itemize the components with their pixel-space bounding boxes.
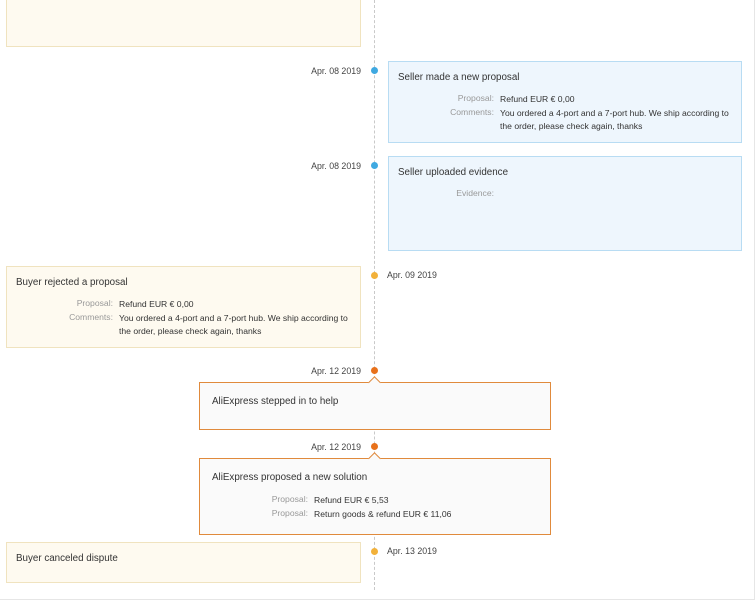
buyer-canceled-card: Buyer canceled dispute <box>6 542 361 583</box>
event-title: AliExpress proposed a new solution <box>212 472 368 483</box>
proposal-row: Proposal: Refund EUR € 0,00 <box>7 298 349 311</box>
event-date: Apr. 08 2019 <box>311 66 361 76</box>
event-date: Apr. 12 2019 <box>311 366 361 376</box>
event-title: Seller made a new proposal <box>398 72 520 83</box>
comments-value: You ordered a 4-port and a 7-port hub. W… <box>500 108 729 131</box>
aliexpress-stepped-in-card: AliExpress stepped in to help <box>199 382 551 430</box>
event-date: Apr. 09 2019 <box>387 270 437 280</box>
proposal-label: Proposal: <box>271 494 308 504</box>
comments-row: Comments: You ordered a 4-port and a 7-p… <box>7 312 354 338</box>
proposal-row: Proposal: Refund EUR € 5,53 <box>200 494 534 507</box>
event-title: Buyer rejected a proposal <box>16 277 128 288</box>
event-title: AliExpress stepped in to help <box>212 396 339 407</box>
buyer-rejected-card: Buyer rejected a proposal Proposal: Refu… <box>6 266 361 348</box>
proposal-row: Proposal: Refund EUR € 0,00 <box>389 93 730 106</box>
proposal-label: Proposal: <box>76 298 113 308</box>
evidence-row: Evidence: <box>389 188 500 198</box>
aliexpress-event-dot <box>371 367 378 374</box>
seller-evidence-card: Seller uploaded evidence Evidence: <box>388 156 742 251</box>
comments-label: Comments: <box>450 107 494 117</box>
seller-event-dot <box>371 67 378 74</box>
proposal-value: Return goods & refund EUR € 11,06 <box>314 509 452 519</box>
seller-proposal-card: Seller made a new proposal Proposal: Ref… <box>388 61 742 143</box>
proposal-label: Proposal: <box>457 93 494 103</box>
event-date: Apr. 13 2019 <box>387 546 437 556</box>
aliexpress-event-dot <box>371 443 378 450</box>
proposal-label: Proposal: <box>271 508 308 518</box>
proposal-row-2: Proposal: Return goods & refund EUR € 11… <box>200 508 534 521</box>
event-date: Apr. 12 2019 <box>311 442 361 452</box>
evidence-label: Evidence: <box>456 188 494 198</box>
buyer-event-card-partial <box>6 0 361 47</box>
comments-row: Comments: You ordered a 4-port and a 7-p… <box>389 107 735 133</box>
event-title: Seller uploaded evidence <box>398 167 509 178</box>
event-title: Buyer canceled dispute <box>16 553 118 564</box>
proposal-value: Refund EUR € 5,53 <box>314 495 389 505</box>
buyer-event-dot <box>371 548 378 555</box>
proposal-value: Refund EUR € 0,00 <box>119 299 194 309</box>
proposal-value: Refund EUR € 0,00 <box>500 94 575 104</box>
aliexpress-solution-card: AliExpress proposed a new solution Propo… <box>199 458 551 535</box>
buyer-event-dot <box>371 272 378 279</box>
comments-label: Comments: <box>69 312 113 322</box>
event-date: Apr. 08 2019 <box>311 161 361 171</box>
seller-event-dot <box>371 162 378 169</box>
comments-value: You ordered a 4-port and a 7-port hub. W… <box>119 313 348 336</box>
